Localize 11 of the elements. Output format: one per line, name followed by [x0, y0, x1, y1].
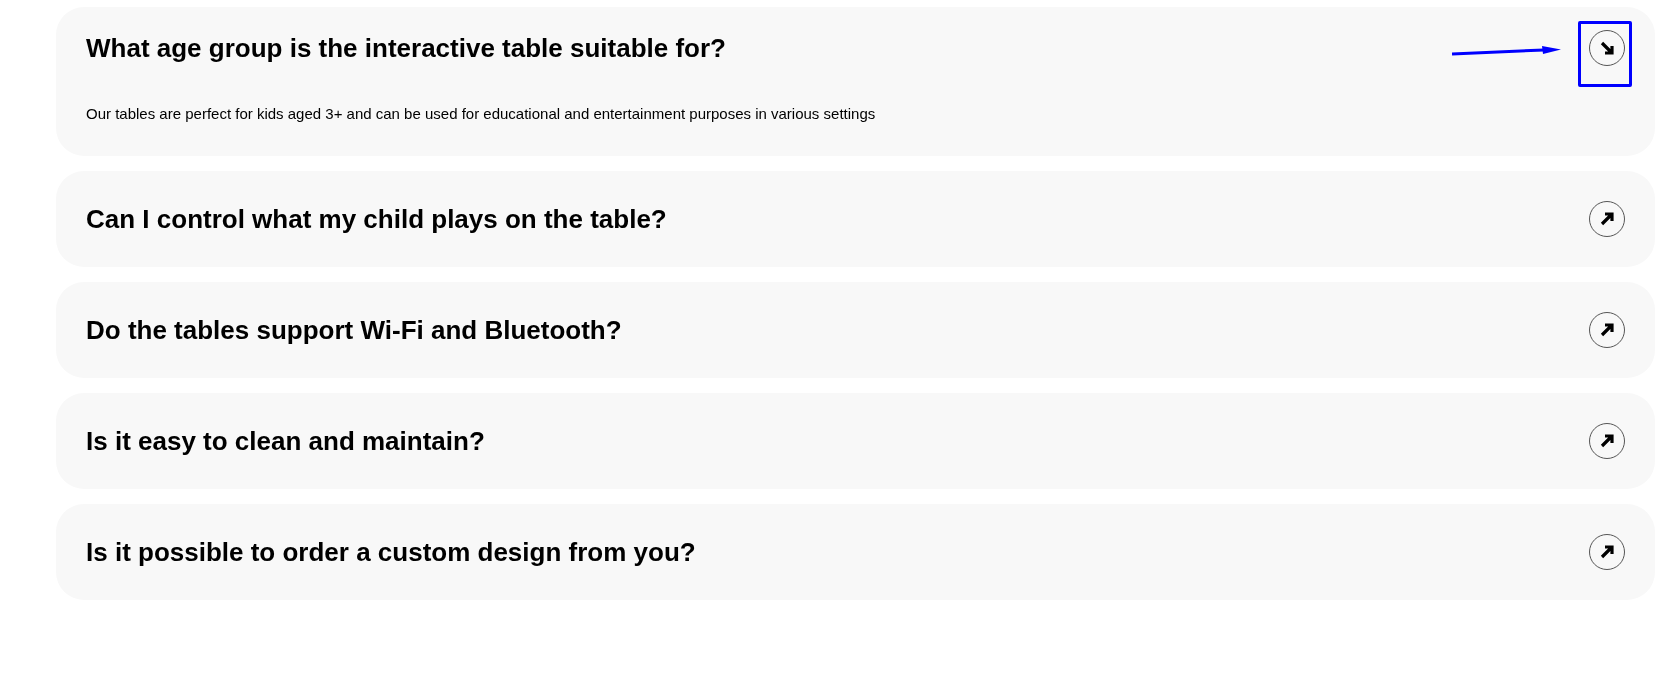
faq-question[interactable]: Is it possible to order a custom design from you? — [86, 534, 696, 570]
faq-question[interactable]: What age group is the interactive table suitable for? — [86, 30, 726, 66]
faq-question[interactable]: Is it easy to clean and maintain? — [86, 423, 485, 459]
arrow-up-right-icon[interactable] — [1589, 312, 1625, 348]
faq-question[interactable]: Do the tables support Wi-Fi and Bluetooth? — [86, 312, 622, 348]
faq-answer: Our tables are perfect for kids aged 3+ and can be used for educational and entertainment purposes in various settings — [86, 105, 877, 123]
arrow-down-right-icon[interactable] — [1589, 30, 1625, 66]
arrow-up-right-icon[interactable] — [1589, 423, 1625, 459]
arrow-up-right-icon[interactable] — [1589, 534, 1625, 570]
arrow-up-right-icon[interactable] — [1589, 201, 1625, 237]
faq-question[interactable]: Can I control what my child plays on the table? — [86, 201, 667, 237]
